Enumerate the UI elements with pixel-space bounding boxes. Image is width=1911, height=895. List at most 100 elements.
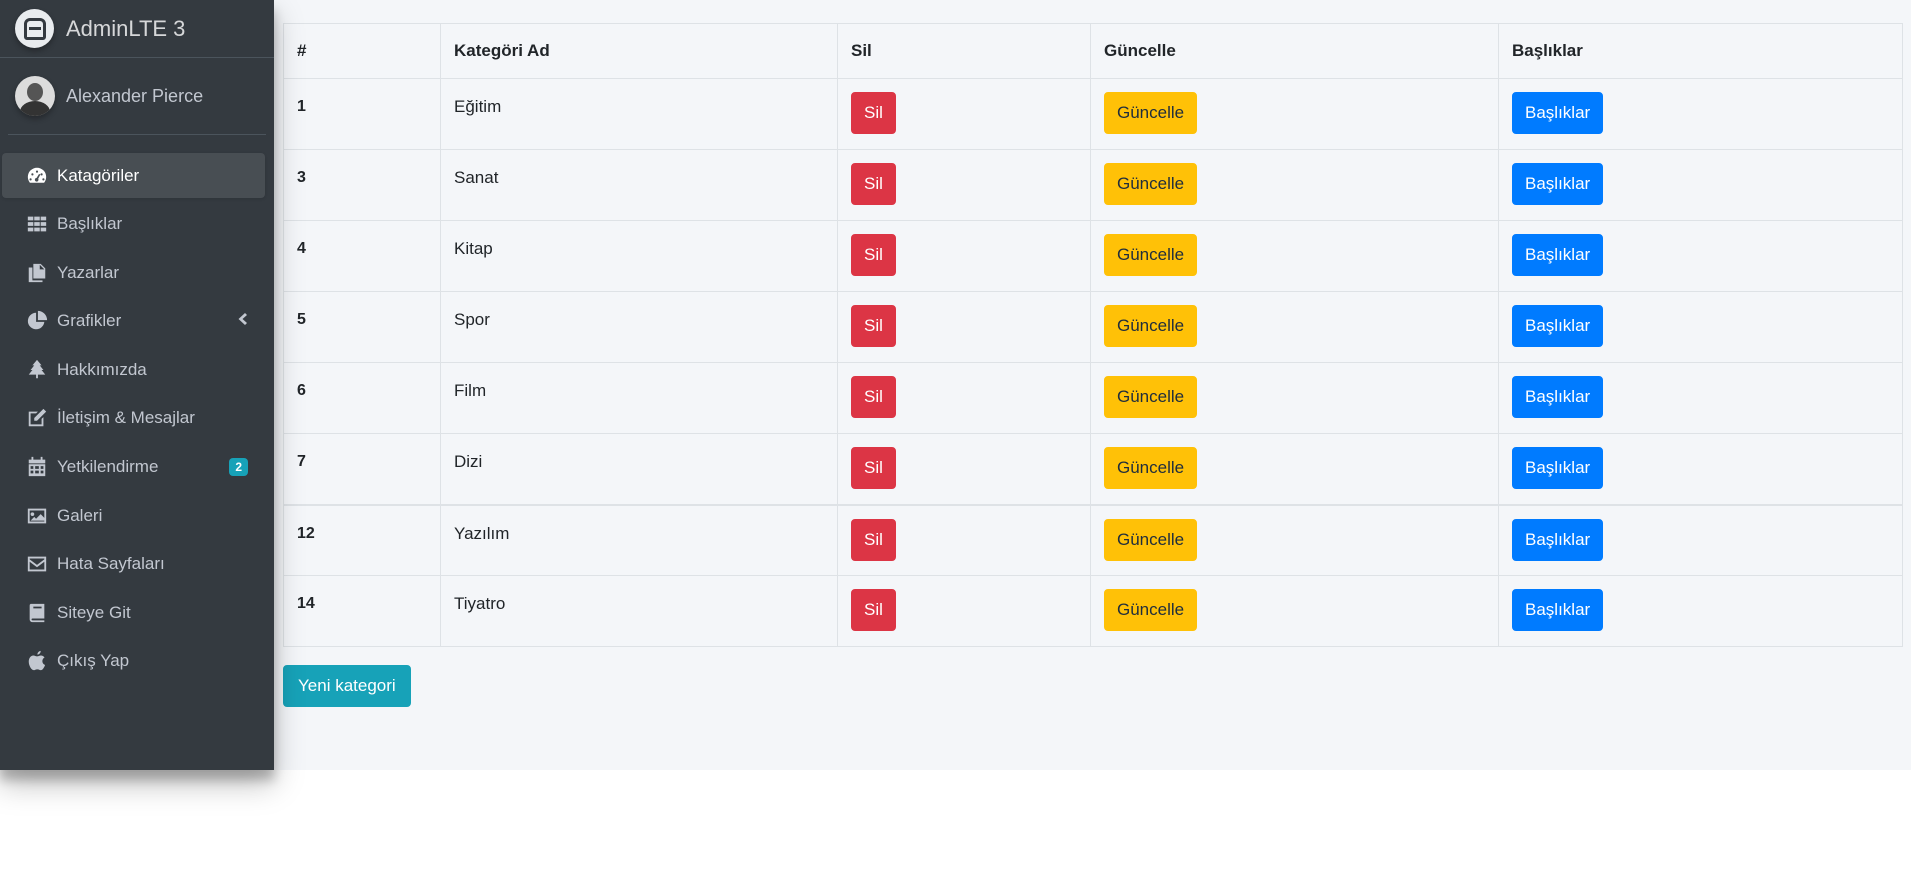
delete-button[interactable]: Sil — [851, 447, 896, 489]
new-category-button[interactable]: Yeni kategori — [283, 665, 411, 707]
sidebar-item-label: Çıkış Yap — [57, 651, 130, 671]
image-icon — [24, 505, 49, 527]
sidebar-item-label: Hata Sayfaları — [57, 554, 165, 574]
table-row: 12 Yazılım Sil Güncelle Başlıklar — [283, 503, 1903, 576]
sidebar-item-label: Hakkımızda — [57, 359, 147, 379]
book-icon — [24, 602, 49, 624]
delete-button[interactable]: Sil — [851, 92, 896, 134]
sidebar-item-katagoriler[interactable]: Katagöriler — [2, 153, 265, 198]
col-header-update: Güncelle — [1090, 23, 1499, 79]
sidebar-item-hakkimizda[interactable]: Hakkımızda — [2, 347, 265, 392]
table-row: 5 Spor Sil Güncelle Başlıklar — [283, 291, 1903, 363]
titles-button[interactable]: Başlıklar — [1512, 92, 1604, 134]
sidebar-item-grafikler[interactable]: Grafikler — [2, 299, 265, 344]
row-id: 7 — [283, 433, 441, 505]
update-button[interactable]: Güncelle — [1104, 589, 1198, 631]
col-header-name: Kategöri Ad — [440, 23, 838, 79]
notification-badge: 2 — [229, 458, 248, 477]
sidebar-item-label: Siteye Git — [57, 602, 131, 622]
delete-button[interactable]: Sil — [851, 234, 896, 276]
delete-button[interactable]: Sil — [851, 518, 896, 561]
categories-table: # Kategöri Ad Sil Güncelle Başlıklar 1 E… — [283, 23, 1903, 647]
envelope-icon — [24, 553, 49, 575]
table-row: 6 Film Sil Güncelle Başlıklar — [283, 362, 1903, 434]
titles-button[interactable]: Başlıklar — [1512, 518, 1604, 561]
update-button[interactable]: Güncelle — [1104, 447, 1198, 489]
titles-button[interactable]: Başlıklar — [1512, 376, 1604, 418]
titles-button[interactable]: Başlıklar — [1512, 447, 1604, 489]
tachometer-icon — [24, 165, 49, 187]
col-header-delete: Sil — [837, 23, 1091, 79]
sidebar-item-label: İletişim & Mesajlar — [57, 408, 195, 428]
sidebar-item-basliklar[interactable]: Başlıklar — [2, 202, 265, 247]
app-wrapper: AdminLTE 3 Alexander Pierce Katagöriler … — [0, 0, 1911, 770]
row-name: Spor — [440, 291, 838, 363]
sidebar-item-label: Yazarlar — [57, 262, 120, 282]
sidebar-item-label: Katagöriler — [57, 165, 140, 185]
titles-button[interactable]: Başlıklar — [1512, 163, 1604, 205]
update-button[interactable]: Güncelle — [1104, 234, 1198, 276]
row-id: 5 — [283, 291, 441, 363]
row-name: Kitap — [440, 220, 838, 292]
sidebar-item-iletisim[interactable]: İletişim & Mesajlar — [2, 396, 265, 441]
chevron-left-icon — [236, 311, 248, 331]
sidebar-item-yazarlar[interactable]: Yazarlar — [2, 250, 265, 295]
row-name: Sanat — [440, 149, 838, 221]
content-area: # Kategöri Ad Sil Güncelle Başlıklar 1 E… — [283, 23, 1905, 707]
edit-icon — [24, 407, 49, 429]
row-id: 14 — [283, 575, 441, 647]
row-id: 3 — [283, 149, 441, 221]
table-row: 14 Tiyatro Sil Güncelle Başlıklar — [283, 575, 1903, 647]
table-row: 1 Eğitim Sil Güncelle Başlıklar — [283, 78, 1903, 150]
update-button[interactable]: Güncelle — [1104, 163, 1198, 205]
sidebar-nav: Katagöriler Başlıklar Yazarlar Grafikler — [0, 135, 274, 684]
row-name: Eğitim — [440, 78, 838, 150]
apple-icon — [24, 650, 49, 672]
sidebar-item-label: Başlıklar — [57, 214, 123, 234]
table-row: 4 Kitap Sil Güncelle Başlıklar — [283, 220, 1903, 292]
sidebar-item-galeri[interactable]: Galeri — [2, 493, 265, 538]
titles-button[interactable]: Başlıklar — [1512, 305, 1604, 347]
brand-text: AdminLTE 3 — [66, 15, 186, 41]
table-header-row: # Kategöri Ad Sil Güncelle Başlıklar — [283, 23, 1903, 79]
sidebar-item-label: Grafikler — [57, 311, 122, 331]
sidebar-item-yetkilendirme[interactable]: Yetkilendirme 2 — [2, 445, 265, 490]
row-id: 12 — [283, 503, 441, 576]
adminlte-logo-icon — [15, 9, 54, 48]
row-name: Film — [440, 362, 838, 434]
update-button[interactable]: Güncelle — [1104, 376, 1198, 418]
sidebar-item-label: Yetkilendirme — [57, 457, 159, 477]
sidebar-item-hata-sayfalari[interactable]: Hata Sayfaları — [2, 542, 265, 587]
table-row: 7 Dizi Sil Güncelle Başlıklar — [283, 433, 1903, 505]
brand-link[interactable]: AdminLTE 3 — [0, 0, 274, 58]
row-id: 4 — [283, 220, 441, 292]
pie-chart-icon — [24, 310, 49, 332]
col-header-titles: Başlıklar — [1498, 23, 1903, 79]
row-name: Tiyatro — [440, 575, 838, 647]
sidebar-item-cikis-yap[interactable]: Çıkış Yap — [2, 639, 265, 684]
titles-button[interactable]: Başlıklar — [1512, 589, 1604, 631]
table-row: 3 Sanat Sil Güncelle Başlıklar — [283, 149, 1903, 221]
col-header-id: # — [283, 23, 441, 79]
row-id: 1 — [283, 78, 441, 150]
sidebar-item-siteye-git[interactable]: Siteye Git — [2, 590, 265, 635]
titles-button[interactable]: Başlıklar — [1512, 234, 1604, 276]
delete-button[interactable]: Sil — [851, 305, 896, 347]
row-name: Dizi — [440, 433, 838, 505]
delete-button[interactable]: Sil — [851, 376, 896, 418]
main-sidebar: AdminLTE 3 Alexander Pierce Katagöriler … — [0, 0, 274, 770]
update-button[interactable]: Güncelle — [1104, 92, 1198, 134]
user-name[interactable]: Alexander Pierce — [66, 86, 203, 107]
row-id: 6 — [283, 362, 441, 434]
delete-button[interactable]: Sil — [851, 589, 896, 631]
grid-icon — [24, 213, 49, 235]
sidebar-item-label: Galeri — [57, 505, 103, 525]
calendar-icon — [24, 456, 49, 478]
copy-icon — [24, 262, 49, 284]
update-button[interactable]: Güncelle — [1104, 518, 1198, 561]
update-button[interactable]: Güncelle — [1104, 305, 1198, 347]
user-panel[interactable]: Alexander Pierce — [8, 58, 266, 135]
delete-button[interactable]: Sil — [851, 163, 896, 205]
row-name: Yazılım — [440, 503, 838, 576]
tree-icon — [24, 359, 49, 381]
